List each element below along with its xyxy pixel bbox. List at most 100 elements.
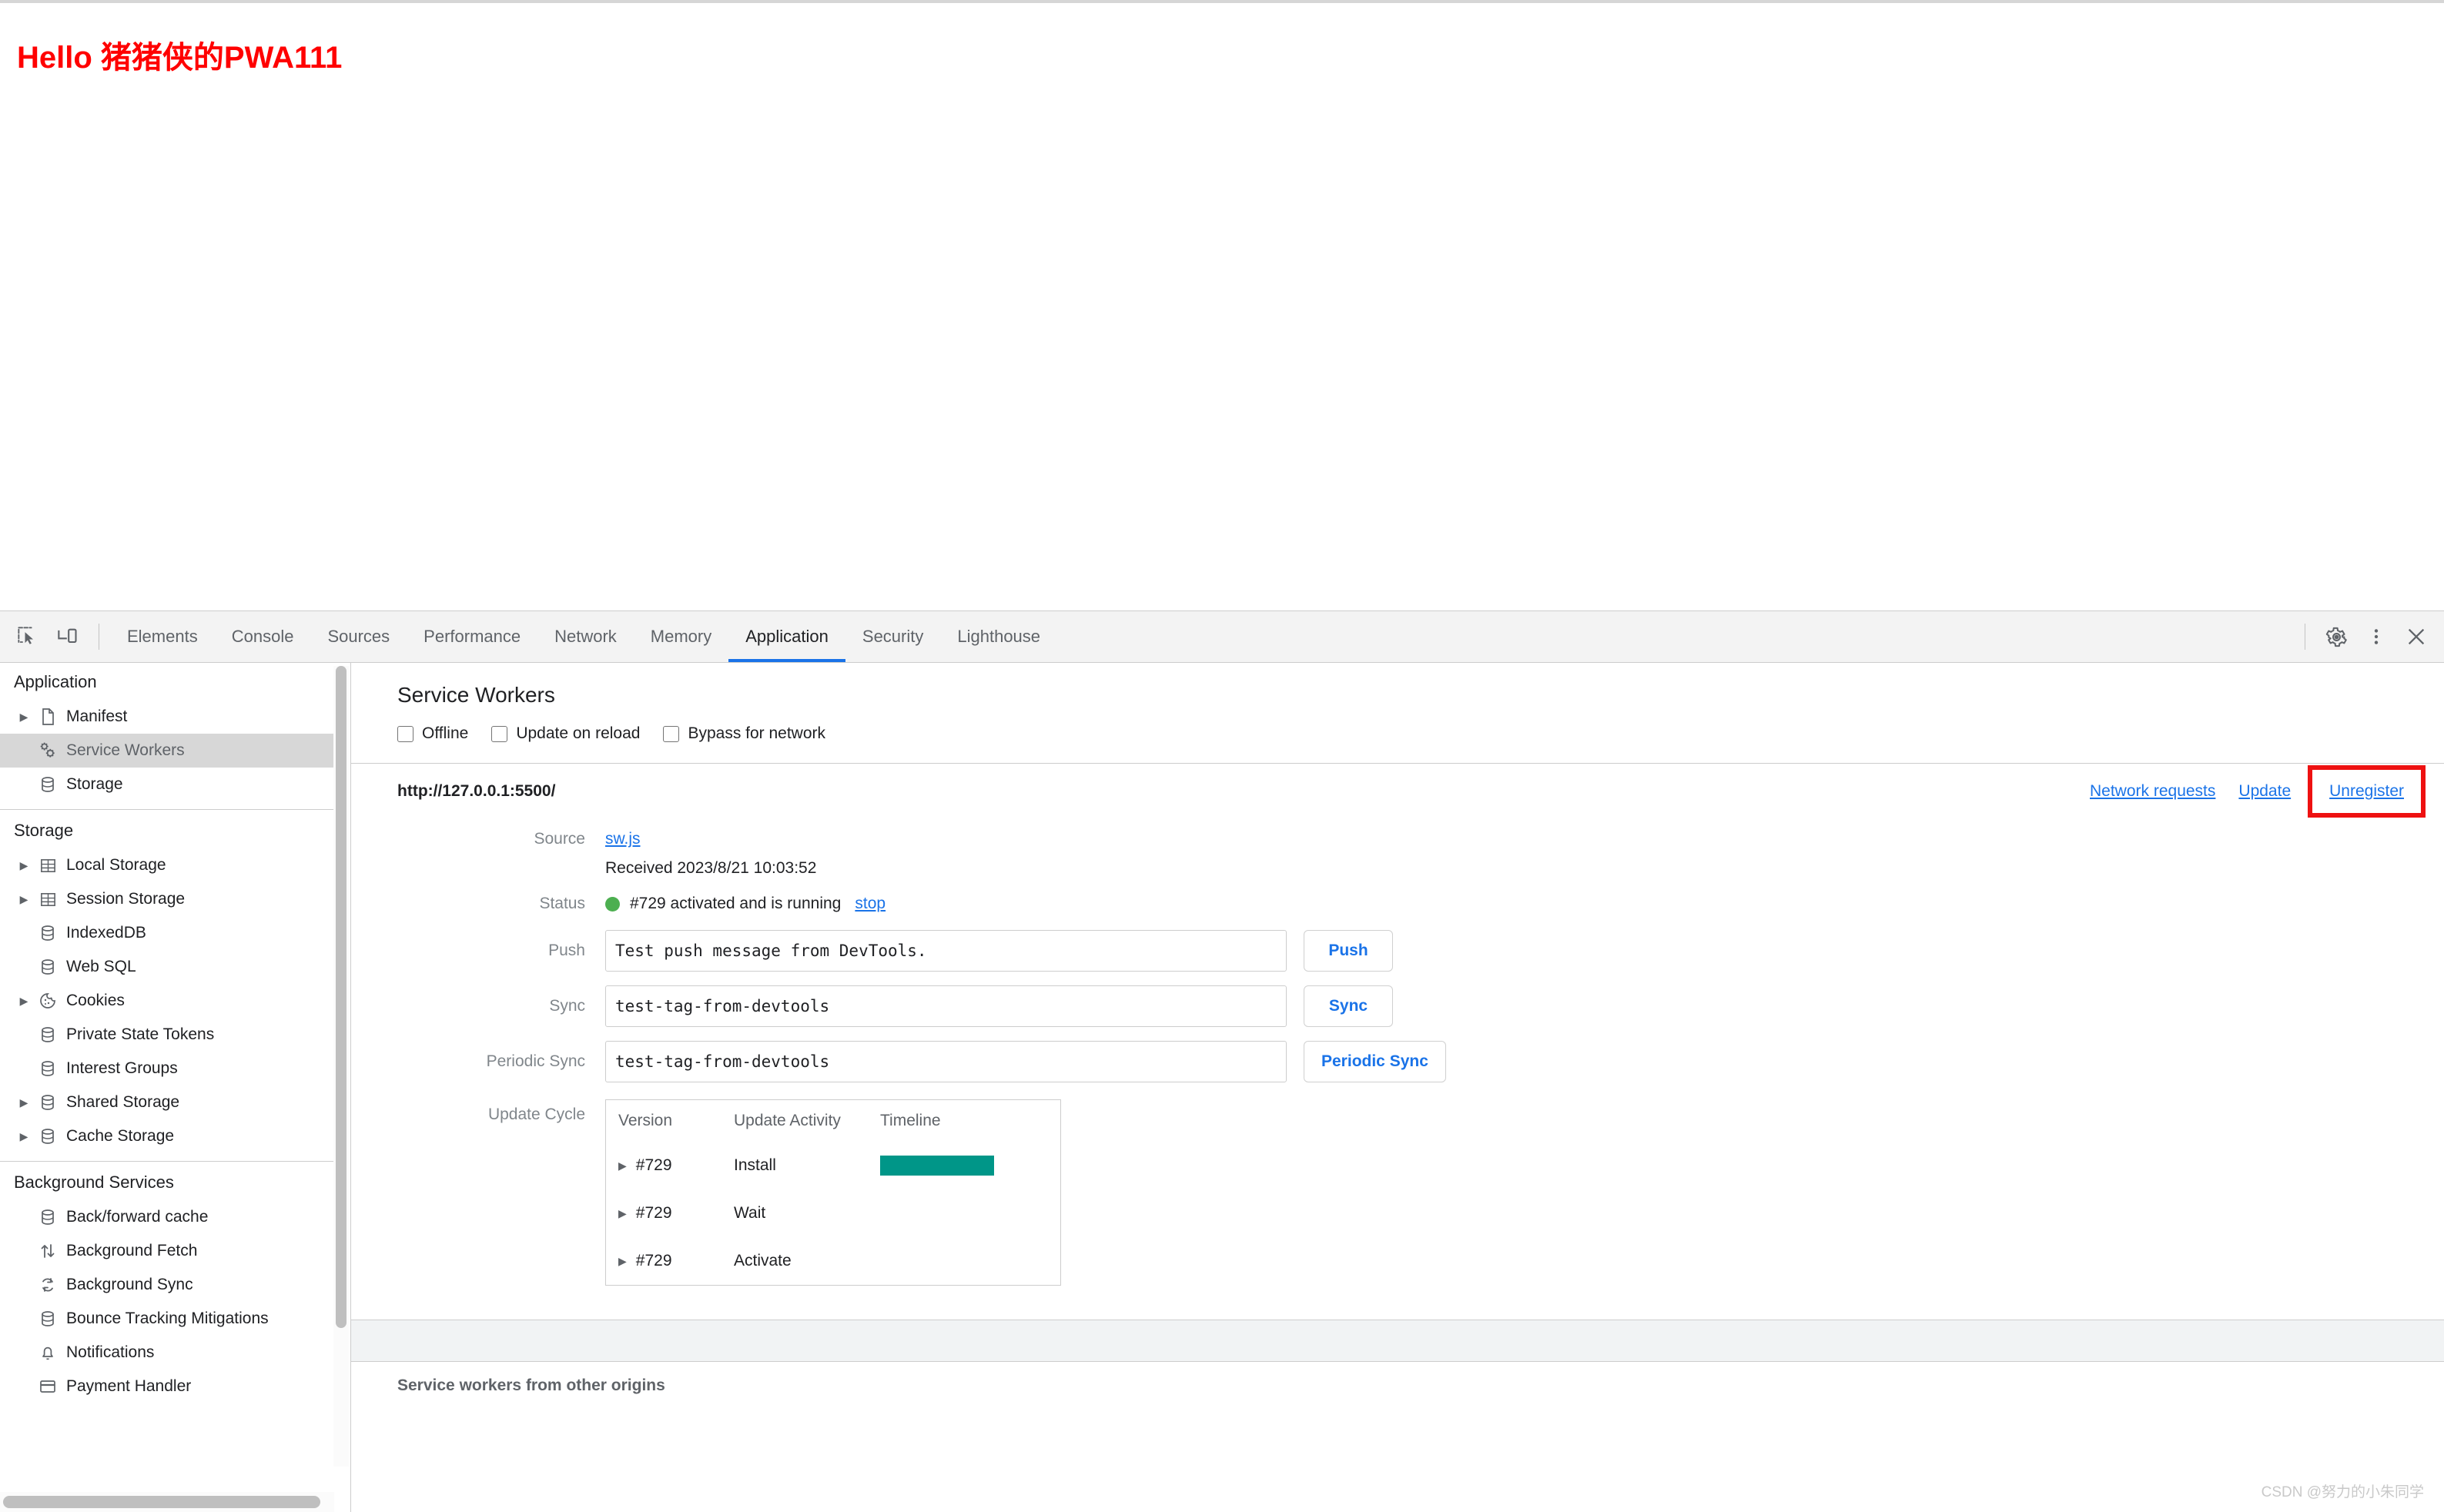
- sidebar-item-local-storage[interactable]: ▶ Local Storage: [0, 848, 333, 882]
- version-text: #729: [635, 1204, 672, 1222]
- sidebar-horizontal-scrollbar-thumb[interactable]: [3, 1496, 320, 1508]
- bypass-for-network-checkbox[interactable]: Bypass for network: [663, 724, 825, 743]
- chevron-right-icon[interactable]: ▶: [618, 1159, 627, 1172]
- sidebar-item-indexeddb[interactable]: ▶ IndexedDB: [0, 916, 333, 950]
- sidebar-item-manifest[interactable]: ▶ Manifest: [0, 700, 333, 734]
- document-icon: [34, 707, 62, 726]
- chevron-right-icon[interactable]: ▶: [618, 1255, 627, 1268]
- sidebar-item-cookies[interactable]: ▶ Cookies: [0, 984, 333, 1018]
- sidebar-vertical-scrollbar-thumb[interactable]: [336, 666, 347, 1328]
- panel-title: Service Workers: [397, 683, 555, 707]
- tab-memory[interactable]: Memory: [634, 611, 728, 662]
- row-activity: Activate: [734, 1252, 792, 1269]
- sidebar-item-session-storage[interactable]: ▶ Session Storage: [0, 882, 333, 916]
- table-row[interactable]: ▶ #729 Install: [606, 1142, 1060, 1189]
- page-viewport: Hello 猪猪侠的PWA111: [0, 0, 2444, 610]
- received-timestamp: Received 2023/8/21 10:03:52: [605, 859, 817, 877]
- chevron-right-icon[interactable]: ▶: [14, 893, 34, 906]
- sidebar-item-back-forward-cache[interactable]: ▶ Back/forward cache: [0, 1200, 333, 1234]
- row-activity: Install: [734, 1156, 776, 1174]
- status-indicator-dot: [605, 896, 620, 912]
- push-button[interactable]: Push: [1304, 930, 1393, 972]
- received-row: Received 2023/8/21 10:03:52: [351, 859, 2444, 878]
- tab-lighthouse[interactable]: Lighthouse: [940, 611, 1057, 662]
- service-worker-origin-row: http://127.0.0.1:5500/ Network requests …: [351, 764, 2444, 819]
- periodic-sync-button[interactable]: Periodic Sync: [1304, 1041, 1446, 1082]
- unregister-link[interactable]: Unregister: [2329, 782, 2404, 800]
- sidebar-section-background-services: Background Services: [14, 1172, 174, 1192]
- watermark: CSDN @努力的小朱同学: [2261, 1484, 2424, 1500]
- update-cycle-row: Update Cycle Version Update Activity Tim…: [351, 1099, 2444, 1286]
- checkbox-box[interactable]: [663, 725, 680, 742]
- push-input[interactable]: Test push message from DevTools.: [605, 930, 1287, 972]
- row-version: ▶ #729: [618, 1204, 734, 1223]
- sidebar-item-label: Manifest: [66, 707, 128, 725]
- periodic-sync-row: Periodic Sync test-tag-from-devtools Per…: [351, 1041, 2444, 1082]
- tab-elements[interactable]: Elements: [110, 611, 215, 662]
- sidebar-item-label: Session Storage: [66, 890, 186, 908]
- tab-label: Network: [554, 627, 617, 646]
- sync-input[interactable]: test-tag-from-devtools: [605, 985, 1287, 1027]
- sidebar-item-label: Cache Storage: [66, 1127, 175, 1145]
- card-icon: [34, 1377, 62, 1396]
- chevron-right-icon[interactable]: ▶: [14, 859, 34, 872]
- update-cycle-table: Version Update Activity Timeline ▶ #729 …: [605, 1099, 1061, 1286]
- chevron-right-icon[interactable]: ▶: [14, 1130, 34, 1143]
- version-text: #729: [635, 1156, 672, 1174]
- sidebar-item-label: Bounce Tracking Mitigations: [66, 1310, 269, 1327]
- row-activity: Wait: [734, 1204, 766, 1222]
- stop-link[interactable]: stop: [855, 895, 886, 913]
- tab-console[interactable]: Console: [215, 611, 311, 662]
- sidebar-item-notifications[interactable]: ▶ Notifications: [0, 1336, 333, 1370]
- sidebar-item-background-fetch[interactable]: ▶ Background Fetch: [0, 1234, 333, 1268]
- database-icon: [34, 1093, 62, 1112]
- sidebar-horizontal-scrollbar[interactable]: [0, 1492, 334, 1512]
- sidebar-vertical-scrollbar[interactable]: [333, 666, 349, 1467]
- cookie-icon: [34, 992, 62, 1010]
- sidebar-item-service-workers[interactable]: ▶ Service Workers: [0, 734, 333, 768]
- sidebar-item-interest-groups[interactable]: ▶ Interest Groups: [0, 1052, 333, 1085]
- update-cycle-label: Update Cycle: [487, 1106, 585, 1123]
- inspect-element-icon[interactable]: [8, 617, 48, 657]
- update-on-reload-checkbox[interactable]: Update on reload: [491, 724, 640, 743]
- sync-icon: [34, 1276, 62, 1294]
- table-row[interactable]: ▶ #729 Wait: [606, 1189, 1060, 1237]
- gears-icon: [34, 741, 62, 761]
- chevron-right-icon[interactable]: ▶: [14, 711, 34, 724]
- chevron-right-icon[interactable]: ▶: [618, 1207, 627, 1220]
- network-requests-link[interactable]: Network requests: [2090, 782, 2215, 801]
- sidebar-item-private-state-tokens[interactable]: ▶ Private State Tokens: [0, 1018, 333, 1052]
- sidebar-item-payment-handler[interactable]: ▶ Payment Handler: [0, 1370, 333, 1403]
- sidebar-item-shared-storage[interactable]: ▶ Shared Storage: [0, 1085, 333, 1119]
- sidebar-item-storage[interactable]: ▶ Storage: [0, 768, 333, 801]
- status-text: #729 activated and is running: [630, 895, 842, 912]
- checkbox-box[interactable]: [491, 725, 508, 742]
- table-row[interactable]: ▶ #729 Activate: [606, 1237, 1060, 1285]
- device-toolbar-icon[interactable]: [48, 617, 88, 657]
- tab-security[interactable]: Security: [845, 611, 940, 662]
- chevron-right-icon[interactable]: ▶: [14, 995, 34, 1008]
- tab-application[interactable]: Application: [728, 611, 845, 662]
- tab-sources[interactable]: Sources: [310, 611, 407, 662]
- sidebar-item-bounce-tracking-mitigations[interactable]: ▶ Bounce Tracking Mitigations: [0, 1302, 333, 1336]
- more-vertical-icon[interactable]: [2356, 617, 2396, 657]
- offline-checkbox[interactable]: Offline: [397, 724, 468, 743]
- chevron-right-icon[interactable]: ▶: [14, 1096, 34, 1109]
- service-worker-actions: Network requests Update Unregister: [2090, 765, 2426, 818]
- source-file-link[interactable]: sw.js: [605, 830, 641, 848]
- close-icon[interactable]: [2396, 617, 2436, 657]
- sidebar-item-background-sync[interactable]: ▶ Background Sync: [0, 1268, 333, 1302]
- update-link[interactable]: Update: [2238, 782, 2291, 801]
- sidebar-item-web-sql[interactable]: ▶ Web SQL: [0, 950, 333, 984]
- sync-button[interactable]: Sync: [1304, 985, 1393, 1027]
- checkbox-box[interactable]: [397, 725, 413, 742]
- sidebar-item-cache-storage[interactable]: ▶ Cache Storage: [0, 1119, 333, 1153]
- tab-label: Memory: [650, 627, 712, 646]
- sidebar-divider: [0, 809, 333, 810]
- tab-performance[interactable]: Performance: [407, 611, 537, 662]
- checkbox-label: Offline: [422, 724, 469, 742]
- periodic-sync-input[interactable]: test-tag-from-devtools: [605, 1041, 1287, 1082]
- tab-network[interactable]: Network: [537, 611, 634, 662]
- sidebar-item-label: IndexedDB: [66, 924, 146, 942]
- gear-icon[interactable]: [2316, 617, 2356, 657]
